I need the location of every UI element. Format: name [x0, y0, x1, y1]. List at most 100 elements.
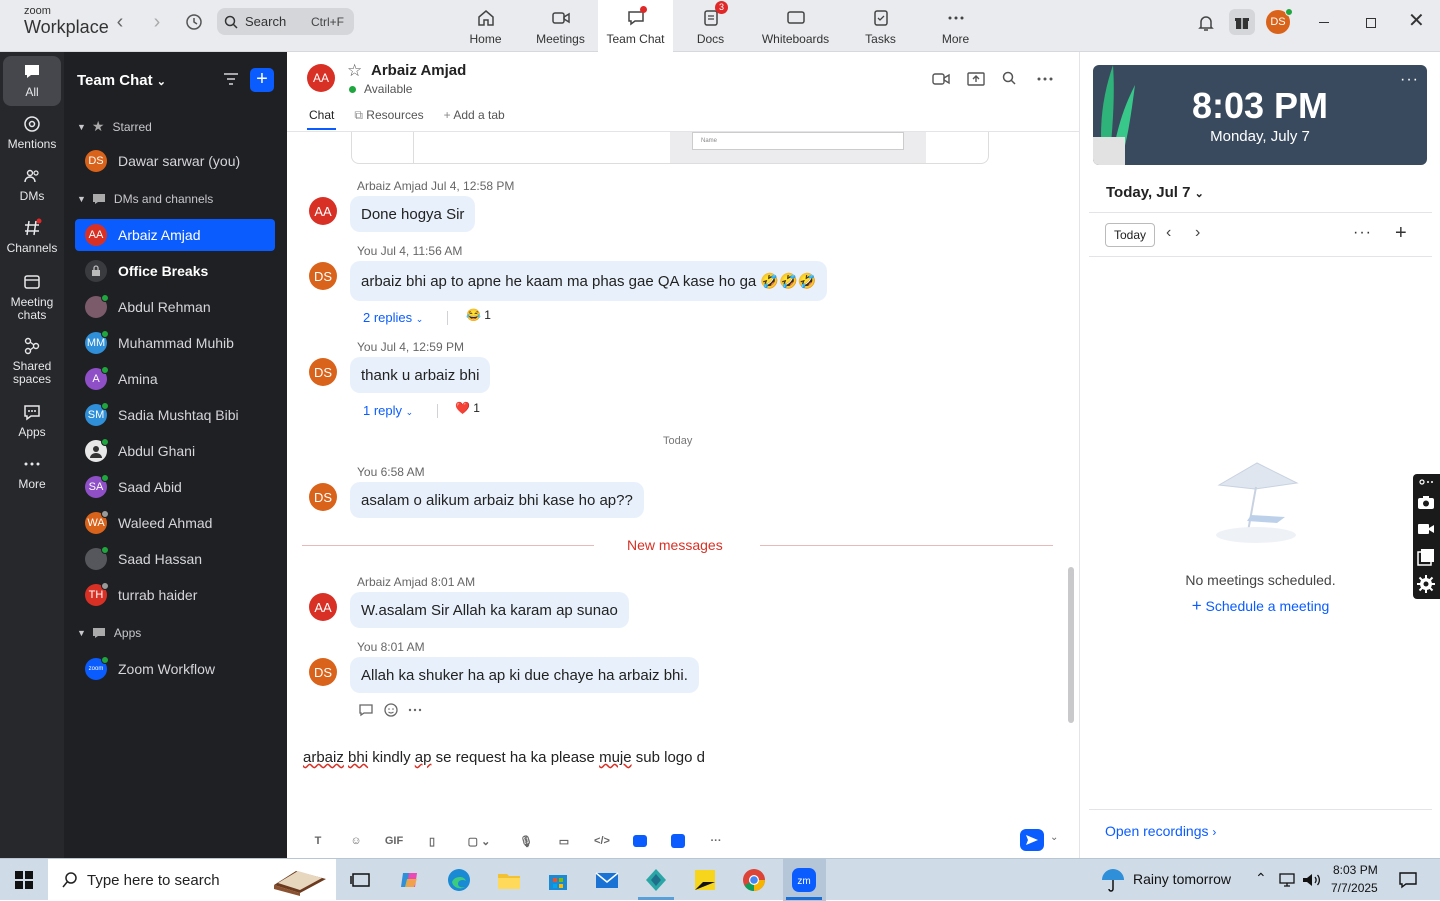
network-icon[interactable]	[1278, 872, 1296, 888]
rail-shared-spaces[interactable]: Shared spaces	[0, 336, 64, 386]
tab-add[interactable]: + Add a tab	[444, 108, 505, 123]
edge-browser-icon[interactable]	[446, 867, 472, 893]
section-apps[interactable]: ▼ Apps	[77, 626, 141, 640]
message-bubble[interactable]: asalam o alikum arbaiz bhi kase ho ap??	[350, 482, 644, 518]
chat-header-avatar[interactable]: AA	[307, 64, 335, 92]
sidebar-item-dawar[interactable]: DS Dawar sarwar (you)	[75, 145, 275, 177]
code-icon[interactable]: </>	[583, 830, 621, 852]
chat-header-name[interactable]: Arbaiz Amjad	[371, 62, 466, 79]
rail-channels[interactable]: Channels	[0, 218, 64, 255]
sidebar-item-amina[interactable]: A Amina	[75, 363, 275, 395]
message-bubble[interactable]: Done hogya Sir	[350, 196, 476, 232]
zoom-app-icon[interactable]: zm	[791, 867, 817, 893]
gift-button[interactable]	[1229, 9, 1255, 35]
message-avatar[interactable]: AA	[309, 197, 337, 225]
sidebar-item-abdul-ghani[interactable]: Abdul Ghani	[75, 435, 275, 467]
video-message-icon[interactable]: ▭	[545, 830, 583, 852]
tab-chat[interactable]: Chat	[306, 108, 337, 130]
calendar-date-picker[interactable]: Today, Jul 7 ⌄	[1106, 184, 1204, 201]
sidebar-title[interactable]: Team Chat ⌄	[77, 72, 166, 89]
tab-more[interactable]: More	[918, 0, 993, 52]
copilot-icon[interactable]	[397, 867, 423, 893]
forward-arrow-icon[interactable]: ›	[145, 12, 169, 32]
send-button[interactable]	[1020, 829, 1044, 851]
sidebar-item-sadia[interactable]: SM Sadia Mushtaq Bibi	[75, 399, 275, 431]
user-avatar[interactable]: DS	[1266, 8, 1293, 34]
more-options-icon[interactable]: ···	[697, 830, 735, 852]
search-box[interactable]: Search Ctrl+F	[217, 8, 354, 35]
task-view-icon[interactable]	[348, 867, 374, 893]
calendar-more-icon[interactable]: ···	[1353, 224, 1372, 242]
section-dms-channels[interactable]: ▼ DMs and channels	[77, 192, 213, 206]
message-avatar[interactable]: DS	[309, 658, 337, 686]
tab-tasks[interactable]: Tasks	[843, 0, 918, 52]
new-chat-button[interactable]: +	[250, 68, 274, 92]
settings-gear-icon[interactable]	[1417, 575, 1435, 593]
attachment-preview[interactable]: Name	[351, 132, 989, 164]
rail-meeting-chats[interactable]: Meeting chats	[0, 272, 64, 322]
filter-icon[interactable]	[222, 70, 240, 88]
tab-whiteboards[interactable]: Whiteboards	[748, 0, 843, 52]
rail-all[interactable]: All	[3, 56, 61, 106]
gif-icon[interactable]: GIF	[375, 830, 413, 852]
sidebar-item-muhammad-muhib[interactable]: MM Muhammad Muhib	[75, 327, 275, 359]
replies-link[interactable]: 2 replies ⌄	[363, 310, 423, 325]
volume-icon[interactable]	[1301, 872, 1321, 888]
scrollbar[interactable]	[1068, 567, 1074, 723]
rail-dms[interactable]: DMs	[0, 166, 64, 203]
camera-icon[interactable]	[1417, 494, 1435, 510]
rail-mentions[interactable]: Mentions	[0, 114, 64, 151]
message-avatar[interactable]: AA	[309, 593, 337, 621]
clock-more-icon[interactable]: ···	[1400, 71, 1419, 89]
taskbar-time[interactable]: 8:03 PM	[1333, 863, 1378, 877]
schedule-meeting-link[interactable]: + Schedule a meeting	[1081, 596, 1440, 616]
emoji-icon[interactable]: ☺	[337, 830, 375, 852]
message-bubble[interactable]: W.asalam Sir Allah ka karam ap sunao	[350, 592, 629, 628]
section-starred[interactable]: ▼ ★ Starred	[77, 118, 152, 135]
more-options-icon[interactable]	[1036, 70, 1054, 88]
bell-icon[interactable]	[1196, 13, 1216, 33]
tab-team-chat[interactable]: Team Chat	[598, 0, 673, 52]
sidebar-item-zoom-workflow[interactable]: zoom Zoom Workflow	[75, 653, 275, 685]
restore-button[interactable]	[1363, 14, 1379, 30]
send-options-chevron-icon[interactable]: ⌄	[1050, 832, 1058, 843]
add-event-icon[interactable]: +	[1395, 222, 1407, 245]
sidebar-item-saad-abid[interactable]: SA Saad Abid	[75, 471, 275, 503]
message-bubble[interactable]: thank u arbaiz bhi	[350, 357, 491, 393]
tab-docs[interactable]: 3 Docs	[673, 0, 748, 52]
emoji-add-icon[interactable]	[383, 702, 399, 718]
replies-link[interactable]: 1 reply ⌄	[363, 403, 413, 418]
back-arrow-icon[interactable]: ‹	[108, 12, 132, 32]
sticky-notes-icon[interactable]	[692, 867, 718, 893]
prev-day-icon[interactable]: ‹	[1166, 224, 1171, 242]
file-explorer-icon[interactable]	[496, 867, 522, 893]
reaction-chip[interactable]: ❤️ 1	[455, 401, 480, 415]
mail-icon[interactable]	[594, 867, 620, 893]
sidebar-item-waleed[interactable]: WA Waleed Ahmad	[75, 507, 275, 539]
rail-apps[interactable]: Apps	[0, 402, 64, 439]
sidebar-item-office-breaks[interactable]: Office Breaks	[75, 255, 275, 287]
tab-resources[interactable]: ⧉ Resources	[354, 108, 423, 123]
reply-icon[interactable]	[358, 702, 374, 718]
text-format-icon[interactable]: T	[299, 830, 337, 852]
message-list[interactable]: Name AA Arbaiz Amjad Jul 4, 12:58 PM Don…	[287, 131, 1080, 739]
tab-home[interactable]: Home	[448, 0, 523, 52]
today-button[interactable]: Today	[1105, 223, 1155, 247]
file-icon[interactable]: ▯	[413, 830, 451, 852]
next-day-icon[interactable]: ›	[1195, 224, 1200, 242]
link-icon[interactable]	[1418, 477, 1434, 487]
video-record-icon[interactable]	[1417, 521, 1435, 537]
open-recordings-link[interactable]: Open recordings ›	[1105, 823, 1216, 839]
message-avatar[interactable]: DS	[309, 358, 337, 386]
notifications-icon[interactable]	[1398, 871, 1418, 889]
sidebar-item-arbaiz[interactable]: AA Arbaiz Amjad	[75, 219, 275, 251]
chevron-up-icon[interactable]: ⌃	[1255, 870, 1267, 887]
message-bubble[interactable]: Allah ka shuker ha ap ki due chaye ha ar…	[350, 657, 699, 693]
taskbar-date[interactable]: 7/7/2025	[1331, 881, 1378, 895]
search-icon[interactable]	[1001, 70, 1017, 86]
rail-more[interactable]: More	[0, 454, 64, 491]
message-avatar[interactable]: DS	[309, 483, 337, 511]
close-icon[interactable]: ✕	[1408, 11, 1426, 31]
share-screen-icon[interactable]	[967, 70, 985, 88]
docs-share-icon[interactable]	[659, 830, 697, 852]
